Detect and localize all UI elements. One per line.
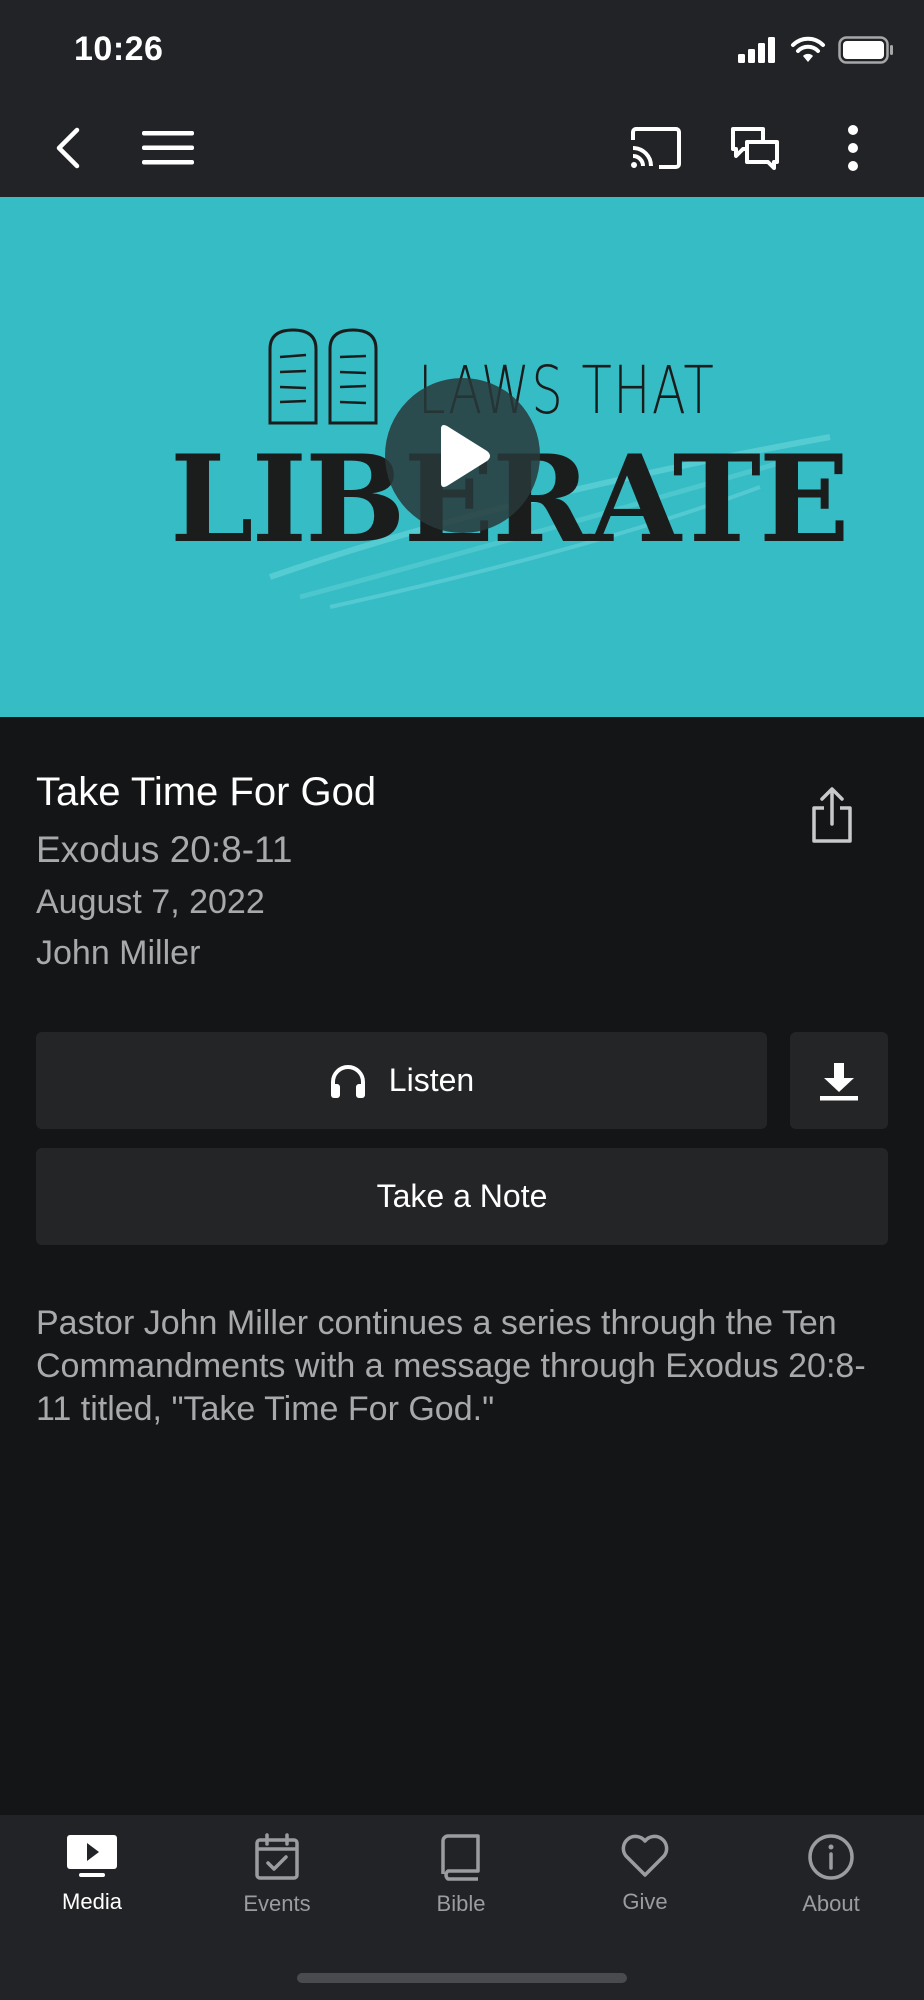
tab-bible-label: Bible: [436, 1891, 486, 1916]
chat-bubbles-icon: [731, 127, 779, 170]
tab-give[interactable]: Give: [575, 1833, 715, 1915]
wifi-icon: [790, 36, 826, 69]
headphones-icon: [330, 1064, 365, 1098]
calendar-icon: [255, 1833, 299, 1880]
share-button[interactable]: [800, 775, 864, 855]
status-icons: [738, 36, 894, 69]
tab-give-label: Give: [622, 1889, 668, 1914]
hamburger-menu-icon: [142, 131, 194, 165]
share-icon: [812, 787, 852, 843]
download-icon: [820, 1062, 858, 1100]
take-note-button[interactable]: Take a Note: [36, 1148, 888, 1245]
menu-button[interactable]: [138, 118, 198, 178]
sermon-scripture: Exodus 20:8-11: [36, 829, 293, 870]
tab-media[interactable]: Media: [22, 1833, 162, 1915]
sermon-artwork: LAWS THAT LIBERATE: [0, 197, 924, 717]
stone-tablets-icon: [268, 328, 378, 425]
info-icon: [808, 1834, 854, 1880]
play-icon: [440, 424, 490, 487]
nav-bar: [0, 100, 924, 197]
play-button[interactable]: [385, 378, 540, 533]
take-note-label: Take a Note: [376, 1178, 548, 1214]
listen-label: Listen: [388, 1062, 475, 1098]
book-icon: [441, 1834, 480, 1881]
sermon-description: Pastor John Miller continues a series th…: [36, 1304, 866, 1428]
sermon-title: Take Time For God: [36, 770, 377, 814]
cast-icon: [631, 127, 681, 169]
status-time: 10:26: [74, 30, 164, 68]
tab-bible[interactable]: Bible: [391, 1833, 531, 1917]
tab-about[interactable]: About: [761, 1833, 901, 1917]
cast-button[interactable]: [626, 118, 686, 178]
tab-events-label: Events: [243, 1891, 311, 1916]
tab-media-label: Media: [62, 1889, 122, 1914]
status-bar: 10:26: [0, 0, 924, 100]
battery-icon: [838, 36, 894, 69]
bottom-tab-bar: Media Events Bible Give About: [0, 1815, 924, 2000]
home-indicator[interactable]: [297, 1973, 627, 1983]
download-button[interactable]: [790, 1032, 888, 1129]
listen-button[interactable]: Listen: [36, 1032, 767, 1129]
more-vertical-icon: [848, 125, 858, 171]
sermon-speaker: John Miller: [36, 934, 201, 972]
sermon-info: Take Time For God Exodus 20:8-11 August …: [36, 770, 376, 973]
cellular-signal-icon: [738, 37, 778, 68]
tab-about-label: About: [802, 1891, 860, 1916]
sermon-date: August 7, 2022: [36, 883, 265, 921]
tab-events[interactable]: Events: [207, 1833, 347, 1917]
media-icon: [67, 1835, 117, 1877]
back-button[interactable]: [38, 118, 98, 178]
chevron-left-icon: [56, 127, 80, 169]
chat-button[interactable]: [725, 118, 785, 178]
more-options-button[interactable]: [823, 118, 883, 178]
heart-icon: [621, 1834, 669, 1877]
